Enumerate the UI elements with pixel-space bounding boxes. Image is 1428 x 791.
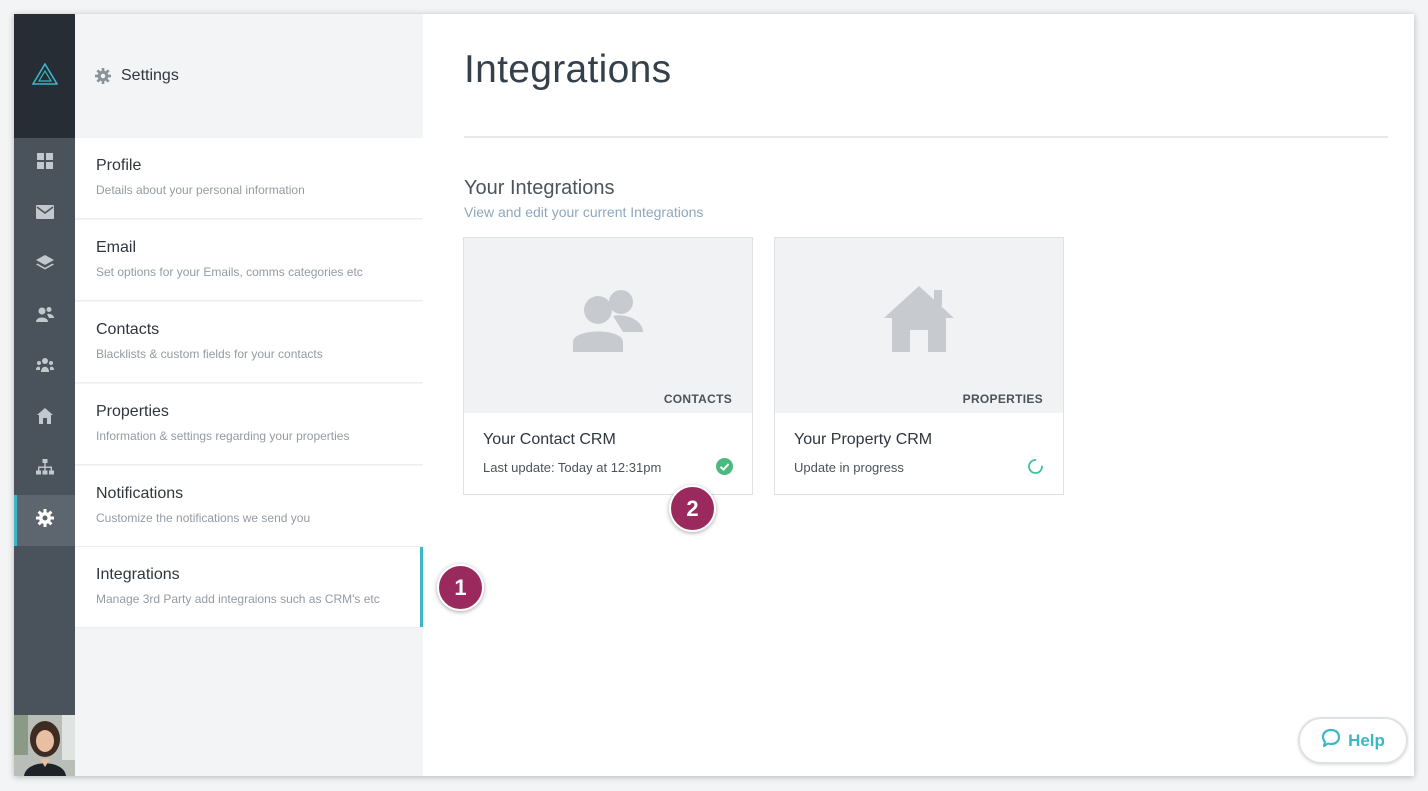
callout-badge-2: 2 [669, 485, 716, 532]
settings-item-desc: Information & settings regarding your pr… [96, 429, 350, 443]
settings-item-label: Integrations [96, 566, 180, 583]
card-banner: CONTACTS [464, 238, 752, 413]
settings-item-desc: Blacklists & custom fields for your cont… [96, 347, 323, 361]
settings-item-profile[interactable]: Profile Details about your personal info… [75, 138, 423, 219]
settings-item-label: Contacts [96, 321, 160, 338]
settings-item-desc: Customize the notifications we send you [96, 511, 311, 525]
card-banner: PROPERTIES [775, 238, 1063, 413]
card-tag: PROPERTIES [962, 392, 1043, 406]
rail-item-dashboard[interactable] [14, 138, 75, 189]
settings-item-desc: Details about your personal information [96, 183, 305, 197]
settings-item-label: Profile [96, 157, 142, 174]
callout-badge-1: 1 [437, 564, 484, 611]
triangle-logo-icon [31, 61, 58, 90]
settings-item-integrations[interactable]: Integrations Manage 3rd Party add integr… [75, 547, 423, 628]
rail-item-layers[interactable] [14, 240, 75, 291]
section-subtitle: View and edit your current Integrations [464, 204, 704, 220]
gear-icon [95, 68, 111, 84]
settings-item-label: Email [96, 239, 137, 256]
icon-rail [14, 14, 75, 776]
settings-item-notifications[interactable]: Notifications Customize the notification… [75, 466, 423, 547]
app-window: Settings Profile Details about your pers… [14, 14, 1414, 776]
page-title: Integrations [464, 48, 672, 91]
logo[interactable] [14, 14, 75, 138]
card-status: Last update: Today at 12:31pm [483, 460, 662, 475]
section-title: Your Integrations [464, 177, 615, 199]
home-icon [884, 286, 954, 357]
team-icon [35, 357, 54, 378]
contacts-icon [573, 286, 643, 357]
settings-item-properties[interactable]: Properties Information & settings regard… [75, 384, 423, 465]
rail-item-contacts[interactable] [14, 291, 75, 342]
card-name: Your Property CRM [794, 431, 933, 448]
chat-bubble-icon [1321, 728, 1341, 753]
gear-icon [35, 509, 54, 532]
rail-item-org-chart[interactable] [14, 444, 75, 495]
settings-header: Settings [75, 14, 423, 138]
avatar[interactable] [14, 715, 75, 776]
rail-item-team[interactable] [14, 342, 75, 393]
rail-item-properties[interactable] [14, 393, 75, 444]
dashboard-icon [36, 153, 53, 174]
integration-card-properties[interactable]: PROPERTIES Your Property CRM Update in p… [774, 237, 1064, 495]
help-button[interactable]: Help [1298, 717, 1408, 764]
mail-icon [35, 205, 54, 224]
settings-item-desc: Set options for your Emails, comms categ… [96, 265, 363, 279]
settings-item-contacts[interactable]: Contacts Blacklists & custom fields for … [75, 302, 423, 383]
settings-title: Settings [121, 67, 179, 84]
card-name: Your Contact CRM [483, 431, 616, 448]
contacts-icon [35, 306, 54, 327]
settings-item-label: Properties [96, 403, 169, 420]
home-icon [36, 408, 53, 429]
rail-item-settings[interactable] [14, 495, 75, 546]
check-circle-icon [716, 458, 733, 480]
layers-icon [35, 255, 54, 276]
settings-item-email[interactable]: Email Set options for your Emails, comms… [75, 220, 423, 301]
rail-item-mail[interactable] [14, 189, 75, 240]
org-chart-icon [35, 459, 54, 480]
card-status: Update in progress [794, 460, 904, 475]
help-label: Help [1348, 730, 1385, 750]
main-content: Integrations Your Integrations View and … [423, 14, 1414, 776]
settings-panel: Settings Profile Details about your pers… [75, 14, 423, 776]
card-tag: CONTACTS [663, 392, 732, 406]
integration-card-contacts[interactable]: CONTACTS Your Contact CRM Last update: T… [463, 237, 753, 495]
divider [464, 136, 1388, 138]
settings-item-label: Notifications [96, 485, 184, 502]
spinner-icon [1027, 458, 1044, 480]
settings-item-desc: Manage 3rd Party add integraions such as… [96, 592, 380, 606]
